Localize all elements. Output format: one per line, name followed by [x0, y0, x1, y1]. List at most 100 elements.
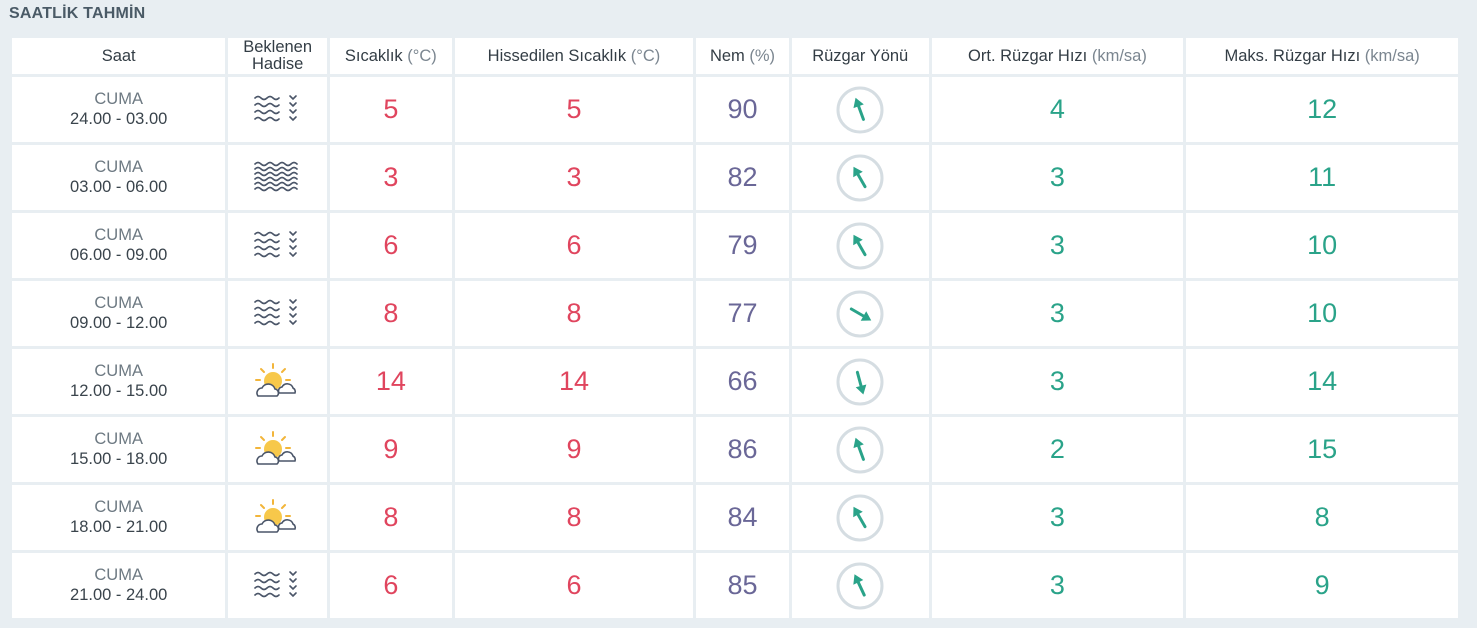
time-cell: CUMA 12.00 - 15.00 — [12, 349, 226, 414]
average-wind-cell: 3 — [931, 349, 1184, 414]
humidity-cell: 84 — [696, 485, 789, 550]
temperature-cell: 3 — [329, 145, 452, 210]
feels-like-cell: 8 — [454, 485, 694, 550]
wind-direction-cell — [791, 213, 929, 278]
feels-like-cell: 14 — [454, 349, 694, 414]
event-cell — [228, 417, 327, 482]
feels-like-value: 9 — [566, 434, 582, 464]
day-label: CUMA — [94, 566, 143, 584]
feels-like-value: 8 — [566, 298, 582, 328]
humidity-cell: 82 — [696, 145, 789, 210]
max-wind-value: 10 — [1307, 230, 1338, 260]
average-wind-cell: 3 — [931, 553, 1184, 618]
feels-like-value: 8 — [566, 502, 582, 532]
event-cell — [228, 485, 327, 550]
average-wind-value: 3 — [1049, 298, 1065, 328]
temperature-value: 9 — [383, 434, 399, 464]
temperature-cell: 14 — [329, 349, 452, 414]
average-wind-value: 3 — [1049, 570, 1065, 600]
event-cell — [228, 349, 327, 414]
temperature-value: 14 — [375, 366, 406, 396]
max-wind-cell: 12 — [1186, 77, 1458, 142]
time-cell: CUMA 09.00 - 12.00 — [12, 281, 226, 346]
wind-direction-arrow-icon — [835, 561, 885, 611]
feels-like-value: 14 — [558, 366, 589, 396]
average-wind-value: 3 — [1049, 162, 1065, 192]
temperature-cell: 6 — [329, 553, 452, 618]
day-label: CUMA — [94, 498, 143, 516]
fog-icon — [252, 226, 304, 266]
temperature-value: 8 — [383, 502, 399, 532]
average-wind-value: 3 — [1049, 502, 1065, 532]
feels-like-cell: 6 — [454, 213, 694, 278]
wind-direction-cell — [791, 145, 929, 210]
header-humidity: Nem (%) — [696, 38, 789, 74]
temperature-value: 6 — [383, 230, 399, 260]
table-row: CUMA 06.00 - 09.00 6 6 79 3 10 — [12, 213, 1458, 278]
humidity-cell: 86 — [696, 417, 789, 482]
header-wind-direction: Rüzgar Yönü — [791, 38, 929, 74]
average-wind-cell: 3 — [931, 145, 1184, 210]
table-row: CUMA 24.00 - 03.00 5 5 90 4 12 — [12, 77, 1458, 142]
humidity-cell: 77 — [696, 281, 789, 346]
time-range: 12.00 - 15.00 — [70, 382, 168, 400]
wind-direction-arrow-icon — [835, 85, 885, 135]
temperature-value: 8 — [383, 298, 399, 328]
humidity-value: 66 — [727, 366, 758, 396]
time-cell: CUMA 06.00 - 09.00 — [12, 213, 226, 278]
temperature-value: 5 — [383, 94, 399, 124]
time-cell: CUMA 24.00 - 03.00 — [12, 77, 226, 142]
max-wind-cell: 8 — [1186, 485, 1458, 550]
fog-icon — [252, 566, 304, 606]
header-temperature-label: Sıcaklık — [344, 46, 403, 65]
average-wind-cell: 4 — [931, 77, 1184, 142]
header-average-wind-speed-label: Ort. Rüzgar Hızı — [968, 46, 1088, 65]
average-wind-value: 4 — [1049, 94, 1065, 124]
event-cell — [228, 281, 327, 346]
max-wind-cell: 10 — [1186, 213, 1458, 278]
header-feels-like-unit: (°C) — [630, 46, 661, 65]
wind-direction-arrow-icon — [835, 493, 885, 543]
max-wind-value: 11 — [1308, 162, 1337, 192]
header-humidity-label: Nem — [709, 46, 745, 65]
average-wind-cell: 2 — [931, 417, 1184, 482]
time-range: 06.00 - 09.00 — [70, 246, 168, 264]
max-wind-value: 12 — [1307, 94, 1338, 124]
wind-direction-cell — [791, 485, 929, 550]
temperature-value: 3 — [383, 162, 399, 192]
temperature-cell: 9 — [329, 417, 452, 482]
average-wind-cell: 3 — [931, 281, 1184, 346]
temperature-value: 6 — [383, 570, 399, 600]
humidity-value: 84 — [727, 502, 758, 532]
max-wind-value: 9 — [1314, 570, 1330, 600]
hourly-forecast-table: Saat Beklenen Hadise Sıcaklık (°C) Hisse… — [9, 35, 1461, 621]
humidity-cell: 90 — [696, 77, 789, 142]
wind-direction-arrow-icon — [835, 221, 885, 271]
day-label: CUMA — [94, 158, 143, 176]
average-wind-value: 2 — [1049, 434, 1065, 464]
event-cell — [228, 213, 327, 278]
partly-cloudy-icon — [252, 430, 304, 470]
time-range: 09.00 - 12.00 — [70, 314, 168, 332]
wind-direction-cell — [791, 553, 929, 618]
header-max-wind-speed: Maks. Rüzgar Hızı (km/sa) — [1186, 38, 1458, 74]
feels-like-cell: 3 — [454, 145, 694, 210]
temperature-cell: 5 — [329, 77, 452, 142]
feels-like-value: 5 — [566, 94, 582, 124]
header-event-label: Beklenen Hadise — [243, 38, 313, 73]
wind-direction-cell — [791, 349, 929, 414]
humidity-value: 82 — [727, 162, 758, 192]
header-max-wind-speed-label: Maks. Rüzgar Hızı — [1224, 46, 1361, 65]
time-cell: CUMA 03.00 - 06.00 — [12, 145, 226, 210]
table-row: CUMA 18.00 - 21.00 8 8 84 3 8 — [12, 485, 1458, 550]
time-range: 18.00 - 21.00 — [70, 518, 168, 536]
feels-like-value: 6 — [566, 570, 582, 600]
day-label: CUMA — [94, 430, 143, 448]
max-wind-cell: 10 — [1186, 281, 1458, 346]
feels-like-cell: 5 — [454, 77, 694, 142]
humidity-cell: 79 — [696, 213, 789, 278]
humidity-cell: 66 — [696, 349, 789, 414]
partly-cloudy-icon — [252, 498, 304, 538]
wind-direction-arrow-icon — [835, 357, 885, 407]
event-cell — [228, 145, 327, 210]
